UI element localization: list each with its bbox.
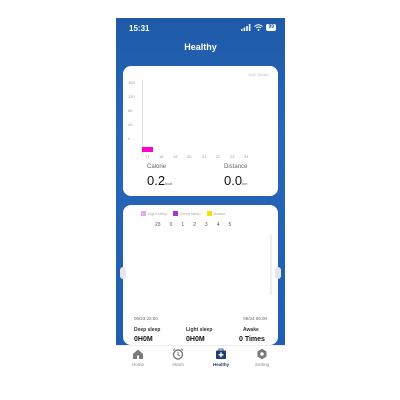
light-sleep-label: Light sleep <box>186 327 213 333</box>
x-tick: 23 <box>230 154 235 159</box>
y-tick: 80 <box>128 108 133 113</box>
home-icon <box>133 349 143 359</box>
legend-light-sleep: Light sleep <box>141 211 167 216</box>
tab-label: Setting <box>254 362 269 367</box>
x-tick: 20 <box>187 154 192 159</box>
tab-label: Home <box>131 362 144 367</box>
phone-screen: 15:31 99 Healthy Unit: Steps 160 120 80 … <box>116 18 285 374</box>
previous-day-arrow[interactable] <box>120 267 126 279</box>
hour-tick: 23 <box>155 222 161 228</box>
chart-bar <box>142 146 153 152</box>
light-sleep-swatch <box>141 211 146 216</box>
calorie-value: 0.2kcal <box>147 173 173 188</box>
deep-sleep-swatch <box>173 211 179 216</box>
signal-icon <box>241 24 251 31</box>
tab-label: Healthy <box>212 362 230 367</box>
y-axis <box>142 80 143 154</box>
x-tick: 21 <box>202 154 207 159</box>
hour-tick: 2 <box>193 222 196 228</box>
status-bar: 15:31 99 <box>116 22 285 36</box>
x-tick: 22 <box>216 154 221 159</box>
x-tick: 18 <box>159 154 164 159</box>
hour-tick: 4 <box>216 222 220 228</box>
awake-value: 0 Times <box>239 336 265 343</box>
activity-card: Unit: Steps 160 120 80 40 0 17 18 19 20 … <box>123 66 278 196</box>
sleep-chart-area <box>137 231 265 291</box>
x-tick: 24 <box>244 154 249 159</box>
unit-label: Unit: Steps <box>248 72 268 77</box>
status-time: 15:31 <box>129 24 150 33</box>
gear-icon <box>257 348 267 360</box>
distance-value: 0.0km <box>224 173 248 188</box>
next-day-arrow[interactable] <box>275 267 281 279</box>
tab-setting[interactable]: Setting <box>247 348 277 367</box>
status-icons: 99 <box>241 24 276 31</box>
medical-kit-icon <box>216 348 226 359</box>
tab-healthy[interactable]: Healthy <box>206 348 236 367</box>
tab-home[interactable]: Home <box>123 348 153 367</box>
awake-label: Awake <box>243 327 259 333</box>
legend-deep-sleep: Deep sleep <box>173 211 201 216</box>
battery-icon: 99 <box>266 24 276 31</box>
tab-alarm[interactable]: Alarm <box>163 348 193 367</box>
calorie-label: Calorie <box>147 164 167 170</box>
y-tick: 120 <box>128 94 135 99</box>
hour-tick: 3 <box>204 222 208 228</box>
sleep-card: Light sleep Deep sleep Awake 23 0 1 2 3 … <box>120 205 281 345</box>
light-sleep-value: 0H0M <box>186 336 205 343</box>
tab-label: Alarm <box>172 362 184 367</box>
x-tick: 19 <box>173 154 178 159</box>
hour-tick: 0 <box>169 222 173 228</box>
awake-swatch <box>206 211 212 216</box>
distance-label: Distance <box>224 164 248 170</box>
calorie-unit: kcal <box>165 181 173 186</box>
sleep-end-time: 06/24 06:00 <box>243 316 267 321</box>
wifi-icon <box>254 24 264 31</box>
x-tick: 17 <box>145 154 150 159</box>
distance-unit: km <box>242 181 248 186</box>
tab-bar: Home Alarm Healthy Setting <box>116 345 285 374</box>
hour-tick: 1 <box>181 222 185 228</box>
y-tick: 160 <box>128 80 135 85</box>
hour-tick: 5 <box>228 222 232 228</box>
sleep-legend: Light sleep Deep sleep Awake <box>141 211 226 216</box>
alarm-clock-icon <box>172 348 184 360</box>
y-tick: 0 <box>128 136 131 141</box>
legend-awake: Awake <box>206 211 226 216</box>
sleep-hours: 23 0 1 2 3 4 5 <box>155 222 231 228</box>
page-title: Healthy <box>184 42 217 52</box>
deep-sleep-label: Deep sleep <box>134 327 161 333</box>
deep-sleep-value: 0H0M <box>134 336 153 343</box>
y-tick: 40 <box>128 122 133 127</box>
scrollbar[interactable] <box>270 235 272 295</box>
sleep-start-time: 06/23 22:00 <box>134 316 158 321</box>
